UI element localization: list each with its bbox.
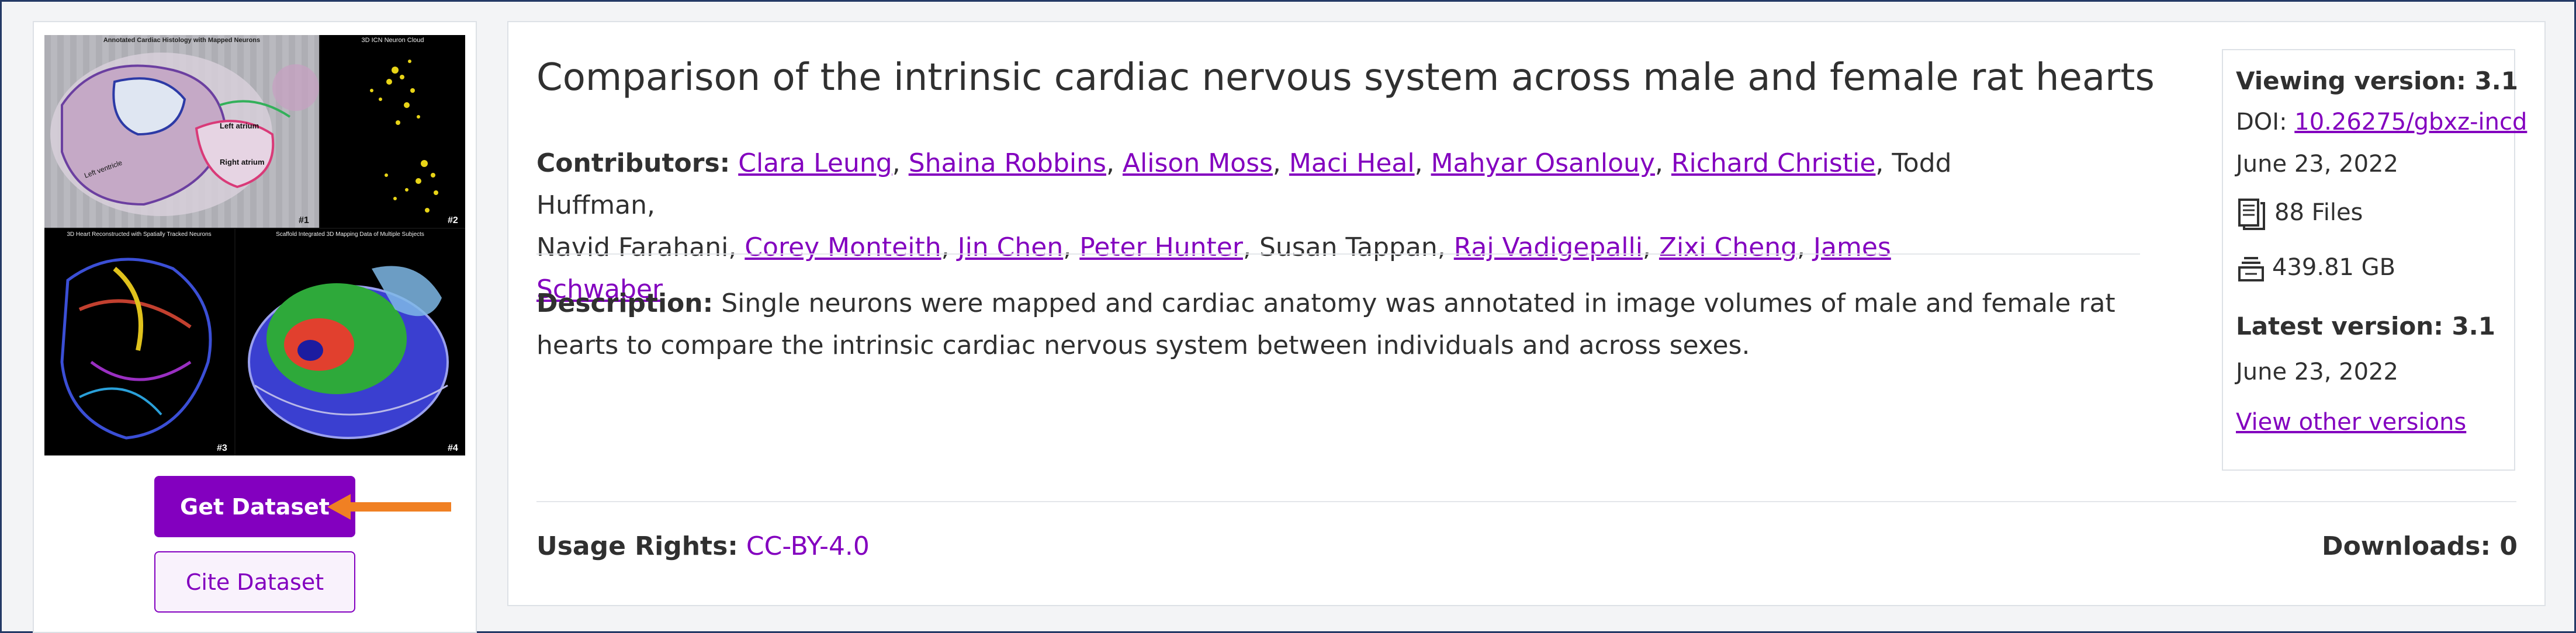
thumb-panel2-number: #2 <box>448 215 458 225</box>
dataset-size-row: 439.81 GB <box>2236 253 2395 284</box>
description-label: Description: <box>536 288 714 318</box>
thumb-panel2-title: 3D ICN Neuron Cloud <box>362 37 424 44</box>
downloads-count: Downloads: 0 <box>2322 531 2518 561</box>
document-stack-icon <box>2238 199 2265 230</box>
contributor-name[interactable]: Raj Vadigepalli <box>1454 232 1643 262</box>
usage-rights: Usage Rights: CC-BY-4.0 <box>536 531 870 561</box>
thumb-panel4-number: #4 <box>448 443 458 453</box>
viewing-version: Viewing version: 3.1 <box>2236 67 2518 95</box>
version-card: Viewing version: 3.1 DOI: 10.26275/gbxz-… <box>2222 49 2527 471</box>
files-count-row: 88 Files <box>2236 197 2363 230</box>
contributor-name[interactable]: Richard Christie <box>1671 148 1875 178</box>
latest-version: Latest version: 3.1 <box>2236 312 2495 340</box>
thumb-panel4-title: Scaffold Integrated 3D Mapping Data of M… <box>276 231 424 238</box>
contributor-name[interactable]: Peter Hunter <box>1079 232 1243 262</box>
contributor-name[interactable]: Corey Monteith <box>745 232 941 262</box>
view-other-versions-link[interactable]: View other versions <box>2236 409 2466 436</box>
get-dataset-button[interactable]: Get Dataset <box>154 476 355 537</box>
thumb-panel1-title: Annotated Cardiac Histology with Mapped … <box>103 37 260 44</box>
thumb-label-left-atrium: Left atrium <box>220 121 259 130</box>
doi-row: DOI: 10.26275/gbxz-incd <box>2236 109 2527 135</box>
contributor-name[interactable]: Zixi Cheng <box>1659 232 1797 262</box>
contributor-name: Navid Farahani <box>536 232 729 262</box>
usage-rights-label: Usage Rights: <box>536 531 738 561</box>
contributor-name[interactable]: Mahyar Osanlouy <box>1431 148 1655 178</box>
thumb-panel3-number: #3 <box>217 443 227 453</box>
view-other-versions-row: View other versions <box>2236 409 2466 436</box>
thumb-panel3-title: 3D Heart Reconstructed with Spatially Tr… <box>67 231 211 238</box>
contributor-name[interactable]: Jin Chen <box>958 232 1064 262</box>
contributor-name[interactable]: Alison Moss <box>1123 148 1273 178</box>
viewing-version-date: June 23, 2022 <box>2236 151 2398 178</box>
description-text: Single neurons were mapped and cardiac a… <box>536 288 2115 360</box>
dataset-size: 439.81 GB <box>2272 254 2396 281</box>
description-block: Description: Single neurons were mapped … <box>536 283 2149 367</box>
footer-divider <box>536 501 2516 502</box>
cite-dataset-button[interactable]: Cite Dataset <box>154 551 355 613</box>
latest-version-date: June 23, 2022 <box>2236 359 2398 385</box>
usage-rights-value[interactable]: CC-BY-4.0 <box>746 531 870 561</box>
contributor-name[interactable]: Clara Leung <box>738 148 892 178</box>
contributor-name[interactable]: Maci Heal <box>1289 148 1415 178</box>
dataset-title: Comparison of the intrinsic cardiac nerv… <box>536 56 2155 99</box>
arrow-left-icon <box>327 494 451 520</box>
thumb-label-right-atrium: Right atrium <box>220 158 265 166</box>
thumb-panel1-number: #1 <box>299 215 309 225</box>
storage-icon <box>2238 257 2264 281</box>
contributor-name: Susan Tappan <box>1259 232 1438 262</box>
doi-link[interactable]: 10.26275/gbxz-incd <box>2294 109 2527 135</box>
contributors-label: Contributors: <box>536 148 730 178</box>
contributor-name[interactable]: Shaina Robbins <box>909 148 1106 178</box>
doi-label: DOI: <box>2236 109 2295 135</box>
dataset-thumbnail: Annotated Cardiac Histology with Mapped … <box>44 35 465 455</box>
section-divider <box>536 253 2140 255</box>
files-count: 88 Files <box>2274 199 2363 226</box>
